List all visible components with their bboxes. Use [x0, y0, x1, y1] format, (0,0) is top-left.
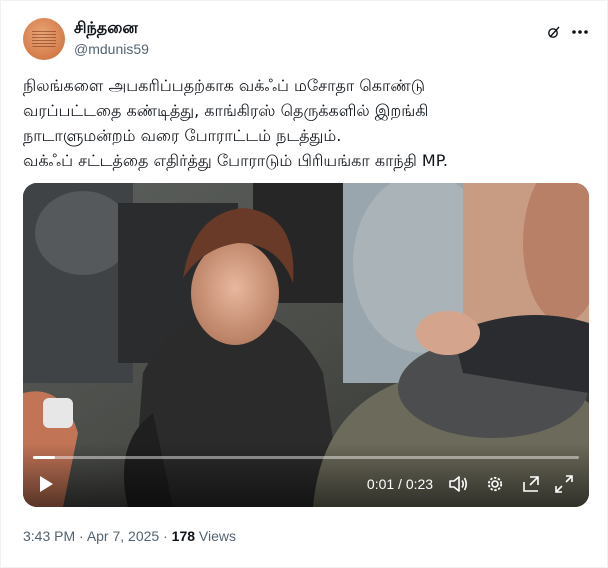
- video-progress-bar[interactable]: [33, 456, 579, 459]
- tweet-line: வக்ஃப் சட்டத்தை எதிர்த்து போராடும் பிரிய…: [23, 151, 448, 170]
- tweet-line: வரப்பட்டதை கண்டித்து, காங்கிரஸ் தெருக்கள…: [23, 101, 429, 120]
- tweet-text: நிலங்களை அபகரிப்பதற்காக வக்ஃப் மசோதா கொண…: [23, 73, 593, 173]
- meta-separator: ·: [159, 528, 172, 544]
- play-icon[interactable]: [35, 473, 57, 495]
- tweet-line: நிலங்களை அபகரிப்பதற்காக வக்ஃப் மசோதா கொண…: [23, 76, 426, 95]
- popout-icon[interactable]: [520, 473, 542, 495]
- video-player[interactable]: 0:01 / 0:23: [23, 183, 589, 507]
- author-display-name[interactable]: சிந்தனை: [74, 18, 138, 39]
- tweet-card: சிந்தனை @mdunis59 நிலங்களை அபகரிப்பதற்கா…: [0, 0, 608, 568]
- tweet-line: நாடாளுமன்றம் வரை போராட்டம் நடத்தும்.: [23, 126, 342, 145]
- volume-icon[interactable]: [447, 473, 469, 495]
- fullscreen-icon[interactable]: [553, 473, 575, 495]
- meta-separator: ·: [75, 528, 87, 544]
- grok-icon[interactable]: [543, 21, 565, 43]
- more-icon[interactable]: [569, 21, 591, 43]
- tweet-time[interactable]: 3:43 PM: [23, 528, 75, 544]
- author-handle[interactable]: @mdunis59: [74, 41, 149, 57]
- views-count: 178: [171, 528, 196, 544]
- views-label: Views: [195, 528, 236, 544]
- author-avatar[interactable]: [23, 18, 65, 60]
- settings-icon[interactable]: [484, 473, 506, 495]
- tweet-meta: 3:43 PM · Apr 7, 2025 · 178 Views: [23, 528, 236, 544]
- video-time-display: 0:01 / 0:23: [366, 476, 434, 492]
- video-progress-fill: [33, 456, 55, 459]
- tweet-date[interactable]: Apr 7, 2025: [87, 528, 159, 544]
